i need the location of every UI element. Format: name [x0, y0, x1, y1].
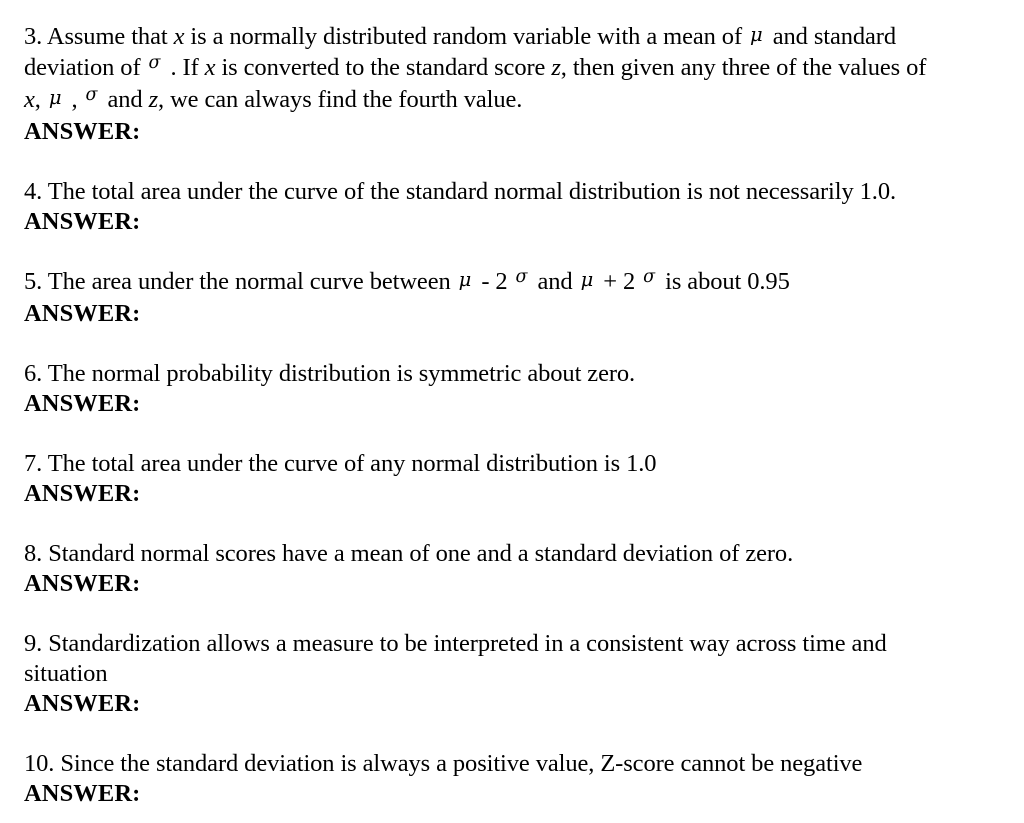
math-variable: z	[148, 86, 159, 113]
question-block: 5. The area under the normal curve betwe…	[0, 267, 1024, 329]
question-block: 8. Standard normal scores have a mean of…	[0, 539, 1024, 599]
question-block: 4. The total area under the curve of the…	[0, 177, 1024, 237]
question-text: 9. Standardization allows a measure to b…	[24, 629, 966, 689]
sigma-symbol: σ	[643, 267, 656, 287]
math-variable: x	[204, 54, 216, 81]
question-block: 6. The normal probability distribution i…	[0, 359, 1024, 419]
question-text: 3. Assume that x is a normally distribut…	[24, 22, 966, 117]
question-text-run: 9. Standardization allows a measure to b…	[24, 630, 887, 687]
question-text-run: ,	[71, 86, 78, 113]
question-text-run: 8. Standard normal scores have a mean of…	[24, 540, 794, 567]
question-text-run: , then given any three of the values of	[560, 54, 927, 81]
answer-label: ANSWER:	[24, 570, 141, 597]
math-variable: z	[551, 54, 561, 81]
question-list: 3. Assume that x is a normally distribut…	[0, 22, 1024, 809]
question-text-run: is a normally distributed random variabl…	[184, 23, 743, 50]
question-text-run: 7. The total area under the curve of any…	[24, 450, 657, 477]
mu-symbol: μ	[580, 268, 594, 291]
question-text: 5. The area under the normal curve betwe…	[24, 267, 966, 299]
sigma-symbol: σ	[148, 53, 161, 73]
mu-symbol: μ	[750, 23, 763, 46]
question-text: 8. Standard normal scores have a mean of…	[24, 539, 966, 569]
question-text-run: is about 0.95	[665, 268, 790, 295]
answer-label: ANSWER:	[24, 480, 141, 507]
mu-symbol: μ	[48, 86, 62, 109]
question-text-run: and	[537, 268, 573, 295]
question-text-run: 10. Since the standard deviation is alwa…	[24, 750, 863, 777]
question-text-run: and	[107, 86, 149, 113]
question-block: 10. Since the standard deviation is alwa…	[0, 749, 1024, 809]
answer-label: ANSWER:	[24, 118, 141, 145]
question-block: 3. Assume that x is a normally distribut…	[0, 22, 1024, 147]
question-text: 7. The total area under the curve of any…	[24, 449, 966, 479]
answer-label: ANSWER:	[24, 300, 141, 327]
question-text-run: 5. The area under the normal curve betwe…	[24, 268, 451, 295]
sigma-symbol: σ	[85, 85, 98, 105]
answer-label: ANSWER:	[24, 208, 141, 235]
question-block: 9. Standardization allows a measure to b…	[0, 629, 1024, 719]
answer-label: ANSWER:	[24, 780, 141, 807]
question-text: 6. The normal probability distribution i…	[24, 359, 966, 389]
question-text-run: 6. The normal probability distribution i…	[24, 360, 636, 387]
mu-symbol: μ	[458, 268, 472, 291]
question-text-run: 3. Assume that	[24, 23, 174, 50]
question-text-run: is converted to the standard score	[215, 54, 552, 81]
question-text: 10. Since the standard deviation is alwa…	[24, 749, 966, 779]
answer-label: ANSWER:	[24, 690, 141, 717]
question-text-run: ,	[34, 86, 41, 113]
answer-label: ANSWER:	[24, 390, 141, 417]
question-text-run: - 2	[481, 268, 508, 295]
question-block: 7. The total area under the curve of any…	[0, 449, 1024, 509]
sigma-symbol: σ	[515, 267, 528, 287]
question-text-run: + 2	[603, 268, 636, 295]
math-variable: x	[24, 86, 35, 113]
question-text: 4. The total area under the curve of the…	[24, 177, 966, 207]
question-text-run: , we can always find the fourth value.	[158, 86, 523, 113]
document-page: 3. Assume that x is a normally distribut…	[0, 0, 1024, 823]
question-text-run: . If	[170, 54, 205, 81]
math-variable: x	[173, 23, 185, 50]
question-text-run: 4. The total area under the curve of the…	[24, 178, 896, 205]
